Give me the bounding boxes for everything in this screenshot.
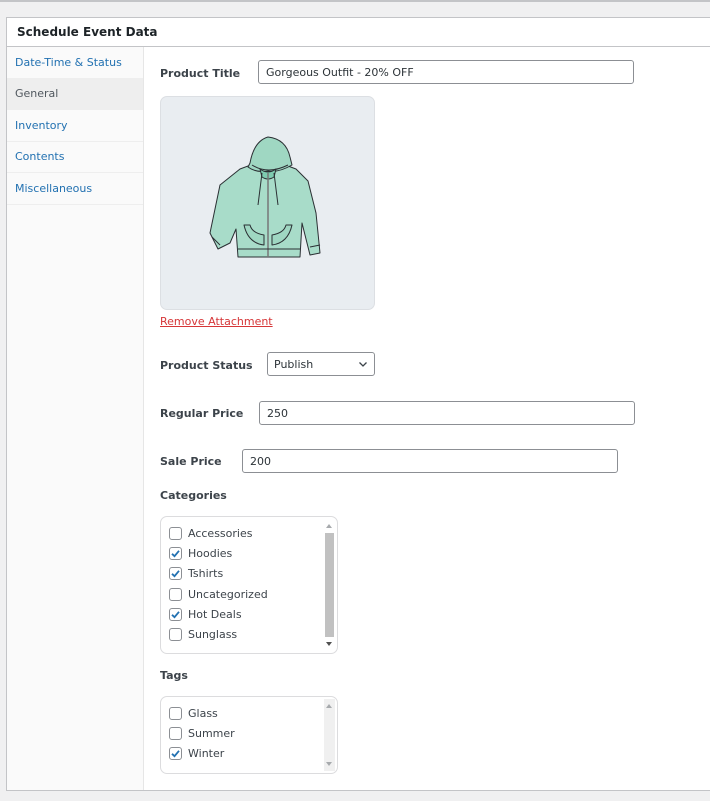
checkbox-unchecked[interactable]: [169, 706, 182, 720]
hoodie-image: [209, 136, 320, 258]
general-form: Product Title Gorgeous Outfit - 20% OFF: [160, 47, 710, 790]
scroll-up-icon[interactable]: [326, 524, 332, 528]
tags-label: Tags: [160, 669, 188, 682]
product-title-input[interactable]: Gorgeous Outfit - 20% OFF: [258, 60, 634, 84]
tag-item[interactable]: Glass: [169, 703, 337, 723]
category-item[interactable]: Uncategorized: [169, 584, 337, 604]
category-item[interactable]: Hot Deals: [169, 604, 337, 624]
scroll-thumb[interactable]: [325, 533, 334, 637]
checkbox-checked[interactable]: [169, 747, 182, 761]
top-border: [0, 0, 710, 2]
category-label: Accessories: [188, 526, 253, 540]
category-item[interactable]: Hoodies: [169, 543, 337, 563]
chevron-down-icon: [359, 362, 367, 367]
sidebar-item-label: Inventory: [15, 118, 68, 132]
sidebar-item-label: General: [15, 87, 59, 101]
checkbox-checked[interactable]: [169, 546, 182, 560]
category-label: Uncategorized: [188, 587, 268, 601]
checkbox-checked[interactable]: [169, 607, 182, 621]
sidebar-item-label: Miscellaneous: [15, 181, 93, 195]
sidebar-item-date-time-status[interactable]: Date-Time & Status: [7, 47, 143, 79]
sidebar-item-general[interactable]: General: [7, 78, 143, 110]
category-label: Tshirts: [188, 567, 224, 581]
sidebar-item-miscellaneous[interactable]: Miscellaneous: [7, 173, 143, 205]
category-label: Sunglass: [188, 628, 238, 642]
categories-list: Accessories Hoodies Tshirts Uncategorized Ho…: [160, 516, 338, 654]
product-status-value: Publish: [274, 357, 314, 371]
remove-attachment-link[interactable]: Remove Attachment: [160, 315, 273, 328]
sale-price-value: 200: [250, 454, 271, 468]
product-status-select[interactable]: Publish: [267, 352, 375, 376]
category-item[interactable]: Tshirts: [169, 564, 337, 584]
tag-label: Summer: [188, 726, 235, 740]
regular-price-label: Regular Price: [160, 407, 244, 420]
scroll-down-icon[interactable]: [326, 762, 332, 766]
panel-header: Schedule Event Data: [7, 18, 710, 47]
checkbox-unchecked[interactable]: [169, 526, 182, 540]
scroll-down-icon[interactable]: [326, 642, 332, 646]
tags-scrollbar[interactable]: [324, 699, 335, 771]
checkbox-checked[interactable]: [169, 567, 182, 581]
category-label: Hoodies: [188, 546, 233, 560]
product-title-value: Gorgeous Outfit - 20% OFF: [266, 65, 414, 79]
checkbox-unchecked[interactable]: [169, 726, 182, 740]
tags-list: Glass Summer Winter: [160, 696, 338, 774]
regular-price-value: 250: [267, 406, 288, 420]
product-status-label: Product Status: [160, 359, 253, 372]
sidebar-item-inventory[interactable]: Inventory: [7, 110, 143, 142]
panel-body: Date-Time & Status General Inventory Con…: [7, 47, 710, 790]
product-image[interactable]: [160, 96, 375, 310]
checkbox-unchecked[interactable]: [169, 628, 182, 642]
sidebar: Date-Time & Status General Inventory Con…: [7, 47, 144, 790]
tag-item[interactable]: Winter: [169, 744, 337, 764]
tag-label: Glass: [188, 706, 218, 720]
sidebar-item-label: Date-Time & Status: [15, 55, 122, 69]
scroll-up-icon[interactable]: [326, 704, 332, 708]
category-label: Hot Deals: [188, 607, 242, 621]
sidebar-item-contents[interactable]: Contents: [7, 142, 143, 173]
checkmark-icon: [171, 750, 180, 758]
product-title-label: Product Title: [160, 67, 241, 80]
sale-price-label: Sale Price: [160, 455, 222, 468]
categories-label: Categories: [160, 489, 227, 502]
category-item[interactable]: Sunglass: [169, 624, 337, 644]
sale-price-input[interactable]: 200: [242, 449, 618, 473]
checkbox-unchecked[interactable]: [169, 587, 182, 601]
checkmark-icon: [171, 570, 180, 578]
category-item[interactable]: Accessories: [169, 523, 337, 543]
tag-label: Winter: [188, 747, 225, 761]
schedule-event-panel: Schedule Event Data Date-Time & Status G…: [6, 17, 710, 791]
checkmark-icon: [171, 550, 180, 558]
regular-price-input[interactable]: 250: [259, 401, 635, 425]
categories-scrollbar[interactable]: [324, 519, 335, 651]
checkmark-icon: [171, 611, 180, 619]
sidebar-item-label: Contents: [15, 150, 65, 164]
panel-title: Schedule Event Data: [17, 25, 158, 39]
tag-item[interactable]: Summer: [169, 723, 337, 743]
